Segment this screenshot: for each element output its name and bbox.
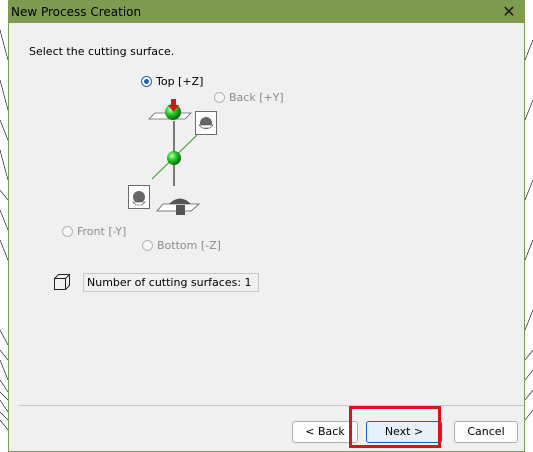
background-drawing-right [525,0,533,452]
background-drawing-left [0,0,8,452]
back-button[interactable]: < Back [292,421,358,443]
radio-bottom[interactable]: Bottom [-Z] [142,239,221,252]
box-outline-icon [54,274,70,290]
new-process-dialog: New Process Creation ✕ Select the cuttin… [8,0,525,452]
radio-top[interactable]: Top [+Z] [141,75,203,88]
radio-bottom-label: Bottom [-Z] [157,239,221,252]
next-button[interactable]: Next > [366,421,442,443]
separator-line [19,405,524,406]
radio-bottom-indicator [142,240,153,251]
title-bar: New Process Creation ✕ [9,1,524,23]
instruction-text: Select the cutting surface. [29,45,175,58]
cancel-button[interactable]: Cancel [454,421,518,443]
radio-top-indicator [141,76,152,87]
cutting-surfaces-count-field: Number of cutting surfaces: 1 [83,273,259,292]
front-view-icon [128,185,150,209]
center-sphere-icon [167,151,181,165]
close-button[interactable]: ✕ [494,1,524,23]
top-surface-icon [148,99,192,120]
radio-front-indicator [62,226,73,237]
bottom-surface-icon [156,198,201,215]
radio-front[interactable]: Front [-Y] [62,225,126,238]
window-title: New Process Creation [11,5,142,19]
radio-top-label: Top [+Z] [156,75,204,88]
back-view-icon [195,111,217,135]
